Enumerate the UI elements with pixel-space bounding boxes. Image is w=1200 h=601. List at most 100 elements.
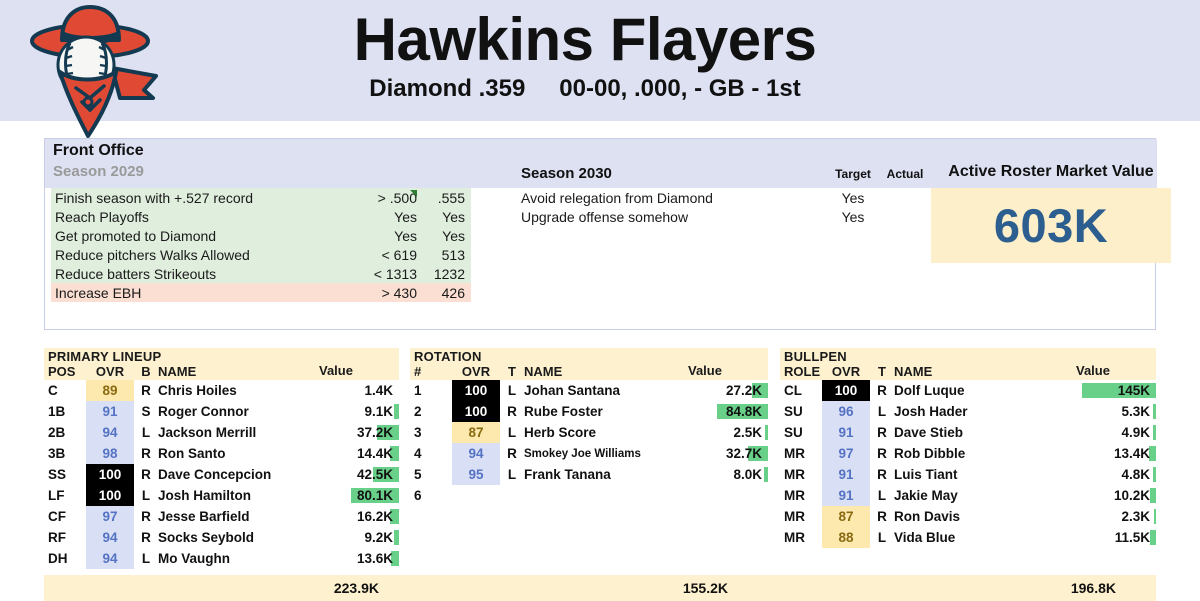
table-row[interactable]: SU 91 R Dave Stieb 4.9K [780, 422, 1156, 443]
team-subtitle: Diamond .359 00-00, .000, - GB - 1st [185, 75, 985, 103]
row-overall-rating [452, 485, 500, 506]
row-player-name[interactable]: Josh Hamilton [158, 488, 313, 503]
table-row[interactable]: DH 94 L Mo Vaughn 13.6K [44, 548, 399, 569]
row-player-name[interactable]: Dolf Luque [894, 383, 1070, 398]
row-player-name[interactable]: Jackson Merrill [158, 425, 313, 440]
table-row[interactable]: 1 100 L Johan Santana 27.2K [410, 380, 768, 401]
goal-name: Increase EBH [55, 284, 142, 301]
header-value: Value [688, 363, 722, 378]
table-row[interactable]: LF 100 L Josh Hamilton 80.1K [44, 485, 399, 506]
goal-name: Reach Playoffs [55, 208, 149, 225]
bullpen-total-value: 196.8K [1070, 580, 1116, 596]
table-row[interactable]: RF 94 R Socks Seybold 9.2K [44, 527, 399, 548]
row-value: 32.7K [725, 446, 762, 461]
row-player-name[interactable]: Johan Santana [524, 383, 682, 398]
row-player-name[interactable]: Socks Seybold [158, 530, 313, 545]
row-value: 10.2K [1113, 488, 1150, 503]
row-value: 13.4K [1113, 446, 1150, 461]
rotation-column-headers: # OVR T NAME Value [410, 363, 768, 380]
header-value: Value [319, 363, 353, 378]
table-row[interactable]: MR 87 R Ron Davis 2.3K [780, 506, 1156, 527]
header-throws: T [508, 364, 516, 379]
row-handedness: R [141, 467, 151, 482]
row-value: 14.4K [356, 446, 393, 461]
row-handedness: R [877, 446, 887, 461]
row-player-name[interactable]: Vida Blue [894, 530, 1070, 545]
table-row[interactable]: SU 96 L Josh Hader 5.3K [780, 401, 1156, 422]
goal-row: Get promoted to Diamond Yes Yes [51, 226, 471, 245]
table-row[interactable]: 5 95 L Frank Tanana 8.0K [410, 464, 768, 485]
row-value-cell: 42.5K [313, 464, 399, 485]
team-overview-page: Hawkins Flayers Diamond .359 00-00, .000… [0, 0, 1200, 601]
row-player-name[interactable]: Smokey Joe Williams [524, 448, 682, 460]
lineup-total-value: 223.9K [333, 580, 379, 596]
row-position: MR [784, 530, 805, 545]
table-row[interactable]: SS 100 R Dave Concepcion 42.5K [44, 464, 399, 485]
goal-target: < 1313 [373, 265, 417, 282]
table-row[interactable]: 3B 98 R Ron Santo 14.4K [44, 443, 399, 464]
goal-name: Finish season with +.527 record [55, 189, 254, 206]
row-player-name[interactable]: Rube Foster [524, 404, 682, 419]
value-bar [1153, 425, 1156, 440]
row-player-name[interactable]: Chris Hoiles [158, 383, 313, 398]
table-row[interactable]: MR 88 L Vida Blue 11.5K [780, 527, 1156, 548]
table-row[interactable]: 2 100 R Rube Foster 84.8K [410, 401, 768, 422]
row-position: RF [48, 530, 66, 545]
table-row[interactable]: 1B 91 S Roger Connor 9.1K [44, 401, 399, 422]
market-value-amount: 603K [993, 199, 1109, 252]
table-row[interactable]: 2B 94 L Jackson Merrill 37.2K [44, 422, 399, 443]
value-bar [1149, 488, 1156, 503]
row-handedness: L [877, 488, 887, 503]
goal-row: Reach Playoffs Yes Yes [51, 207, 471, 226]
row-player-name[interactable]: Frank Tanana [524, 467, 682, 482]
row-handedness: R [877, 467, 887, 482]
rotation-total-value: 155.2K [682, 580, 728, 596]
goal-name: Upgrade offense somehow [521, 208, 689, 225]
row-position: MR [784, 446, 805, 461]
row-handedness: L [141, 488, 151, 503]
table-row[interactable]: 6 [410, 485, 768, 506]
row-player-name[interactable]: Ron Santo [158, 446, 313, 461]
row-position: MR [784, 467, 805, 482]
goal-actual: .555 [437, 189, 465, 206]
row-handedness: S [141, 404, 151, 419]
row-value: 84.8K [725, 404, 762, 419]
table-row[interactable]: MR 91 L Jakie May 10.2K [780, 485, 1156, 506]
goal-actual: Yes [442, 208, 465, 225]
row-player-name[interactable]: Dave Stieb [894, 425, 1070, 440]
goal-actual: 426 [441, 284, 465, 301]
row-position: SU [784, 425, 803, 440]
row-player-name[interactable]: Mo Vaughn [158, 551, 313, 566]
row-player-name[interactable]: Josh Hader [894, 404, 1070, 419]
table-row[interactable]: 3 87 L Herb Score 2.5K [410, 422, 768, 443]
bullpen-table-header: BULLPEN ROLE OVR T NAME Value [780, 348, 1156, 380]
row-player-name[interactable]: Ron Davis [894, 509, 1070, 524]
page-header: Hawkins Flayers Diamond .359 00-00, .000… [0, 0, 1200, 138]
row-player-name[interactable]: Luis Tiant [894, 467, 1070, 482]
goal-actual: 513 [441, 246, 465, 263]
row-overall-rating: 100 [86, 464, 134, 485]
row-player-name[interactable]: Jakie May [894, 488, 1070, 503]
row-value: 4.8K [1121, 467, 1150, 482]
header-name: NAME [524, 364, 563, 379]
row-player-name[interactable]: Jesse Barfield [158, 509, 313, 524]
table-row[interactable]: CL 100 R Dolf Luque 145K [780, 380, 1156, 401]
row-overall-rating: 97 [86, 506, 134, 527]
table-row[interactable]: CF 97 R Jesse Barfield 16.2K [44, 506, 399, 527]
goal-target: > 430 [381, 284, 417, 301]
row-player-name[interactable]: Roger Connor [158, 404, 313, 419]
goal-target: Yes [841, 208, 865, 225]
row-player-name[interactable]: Herb Score [524, 425, 682, 440]
league-label: Diamond .359 [369, 75, 526, 103]
row-value: 11.5K [1114, 530, 1150, 545]
row-player-name[interactable]: Dave Concepcion [158, 467, 313, 482]
table-row[interactable]: 4 94 R Smokey Joe Williams 32.7K [410, 443, 768, 464]
row-overall-rating: 100 [452, 401, 500, 422]
table-row[interactable]: MR 97 R Rob Dibble 13.4K [780, 443, 1156, 464]
row-player-name[interactable]: Rob Dibble [894, 446, 1070, 461]
header-name: NAME [158, 364, 197, 379]
table-row[interactable]: MR 91 R Luis Tiant 4.8K [780, 464, 1156, 485]
table-row[interactable]: C 89 R Chris Hoiles 1.4K [44, 380, 399, 401]
row-value-cell: 14.4K [313, 443, 399, 464]
header-pos: POS [48, 364, 76, 379]
